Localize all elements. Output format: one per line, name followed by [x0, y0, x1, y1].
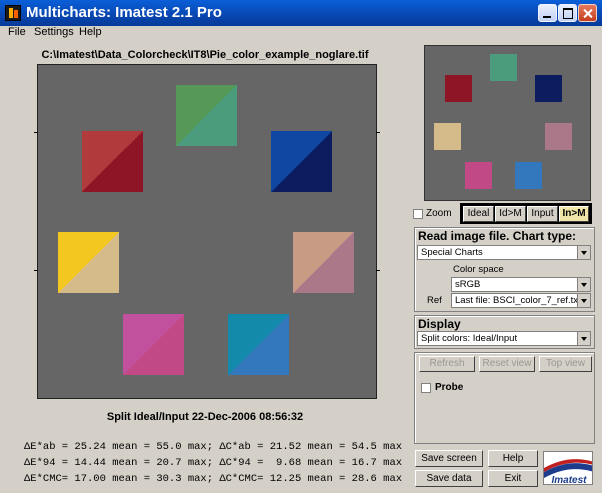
- menu-settings[interactable]: Settings: [34, 26, 74, 38]
- menu-bar: File Settings Help: [0, 26, 602, 40]
- chevron-down-icon[interactable]: [577, 294, 590, 307]
- thumb-patch: [515, 162, 542, 189]
- patch-cyan: [228, 314, 289, 375]
- chevron-down-icon[interactable]: [577, 246, 590, 259]
- stats-line-94: ΔE*94 = 14.44 mean = 20.7 max; ΔC*94 = 9…: [24, 457, 403, 469]
- menu-file[interactable]: File: [8, 26, 26, 38]
- app-icon: [5, 5, 21, 21]
- color-patch-plot[interactable]: [34, 64, 380, 399]
- close-button[interactable]: [578, 4, 597, 22]
- stats-line-cmc: ΔE*CMC= 17.00 mean = 30.3 max; ΔC*CMC= 1…: [24, 473, 403, 485]
- thumbnail-preview[interactable]: [424, 45, 591, 201]
- chart-type-value: Special Charts: [421, 247, 483, 258]
- reset-view-button[interactable]: Reset view: [479, 356, 535, 372]
- chevron-down-icon[interactable]: [577, 332, 590, 345]
- window-title: Multicharts: Imatest 2.1 Pro: [26, 4, 222, 21]
- display-title: Display: [418, 317, 461, 331]
- exit-button[interactable]: Exit: [488, 470, 538, 487]
- refresh-button[interactable]: Refresh: [419, 356, 475, 372]
- zoom-label: Zoom: [426, 208, 452, 219]
- thumb-patch: [465, 162, 492, 189]
- axis-tick: [34, 132, 38, 133]
- menu-help[interactable]: Help: [79, 26, 102, 38]
- mode-id-m-button[interactable]: Id>M: [495, 206, 526, 222]
- patch-yellow: [58, 232, 119, 293]
- logo-graphic: Imatest: [544, 452, 592, 485]
- save-data-button[interactable]: Save data: [415, 470, 483, 487]
- patch-pink: [123, 314, 184, 375]
- axis-tick: [376, 270, 380, 271]
- probe-checkbox[interactable]: [421, 383, 431, 393]
- chart-type-dropdown[interactable]: Special Charts: [417, 245, 591, 260]
- save-screen-button[interactable]: Save screen: [415, 450, 483, 467]
- patch-red: [82, 131, 143, 192]
- patch-blue: [271, 131, 332, 192]
- ref-file-dropdown[interactable]: Last file: BSCI_color_7_ref.txt: [451, 293, 591, 308]
- color-space-label: Color space: [453, 264, 504, 275]
- maximize-button[interactable]: [558, 4, 577, 22]
- imatest-logo: Imatest: [543, 451, 593, 485]
- thumb-patch: [535, 75, 562, 102]
- zoom-checkbox[interactable]: [413, 209, 423, 219]
- thumb-patch: [445, 75, 472, 102]
- display-mode-dropdown[interactable]: Split colors: Ideal/Input: [417, 331, 591, 346]
- color-space-dropdown[interactable]: sRGB: [451, 277, 591, 292]
- color-space-value: sRGB: [455, 279, 481, 290]
- patch-salmon: [293, 232, 354, 293]
- chevron-down-icon[interactable]: [577, 278, 590, 291]
- mode-in-m-button[interactable]: In>M: [559, 206, 589, 222]
- minimize-button[interactable]: [538, 4, 557, 22]
- thumb-patch: [434, 123, 461, 150]
- probe-label: Probe: [435, 382, 464, 393]
- top-view-button[interactable]: Top view: [539, 356, 592, 372]
- mode-ideal-button[interactable]: Ideal: [463, 206, 494, 222]
- thumb-patch: [490, 54, 517, 81]
- stats-line-ab: ΔE*ab = 25.24 mean = 55.0 max; ΔC*ab = 2…: [24, 441, 403, 453]
- help-button[interactable]: Help: [488, 450, 538, 467]
- axis-tick: [376, 132, 380, 133]
- read-image-title: Read image file. Chart type:: [418, 229, 577, 243]
- patch-green: [176, 85, 237, 146]
- axis-tick: [34, 270, 38, 271]
- mode-input-button[interactable]: Input: [527, 206, 558, 222]
- ref-label: Ref: [427, 295, 442, 306]
- ref-file-value: Last file: BSCI_color_7_ref.txt: [455, 295, 581, 306]
- plot-caption: Split Ideal/Input 22-Dec-2006 08:56:32: [106, 411, 304, 423]
- display-mode-value: Split colors: Ideal/Input: [421, 333, 518, 344]
- thumb-patch: [545, 123, 572, 150]
- file-path-title: C:\Imatest\Data_Colorcheck\IT8\Pie_color…: [41, 49, 369, 61]
- logo-text: Imatest: [551, 475, 587, 485]
